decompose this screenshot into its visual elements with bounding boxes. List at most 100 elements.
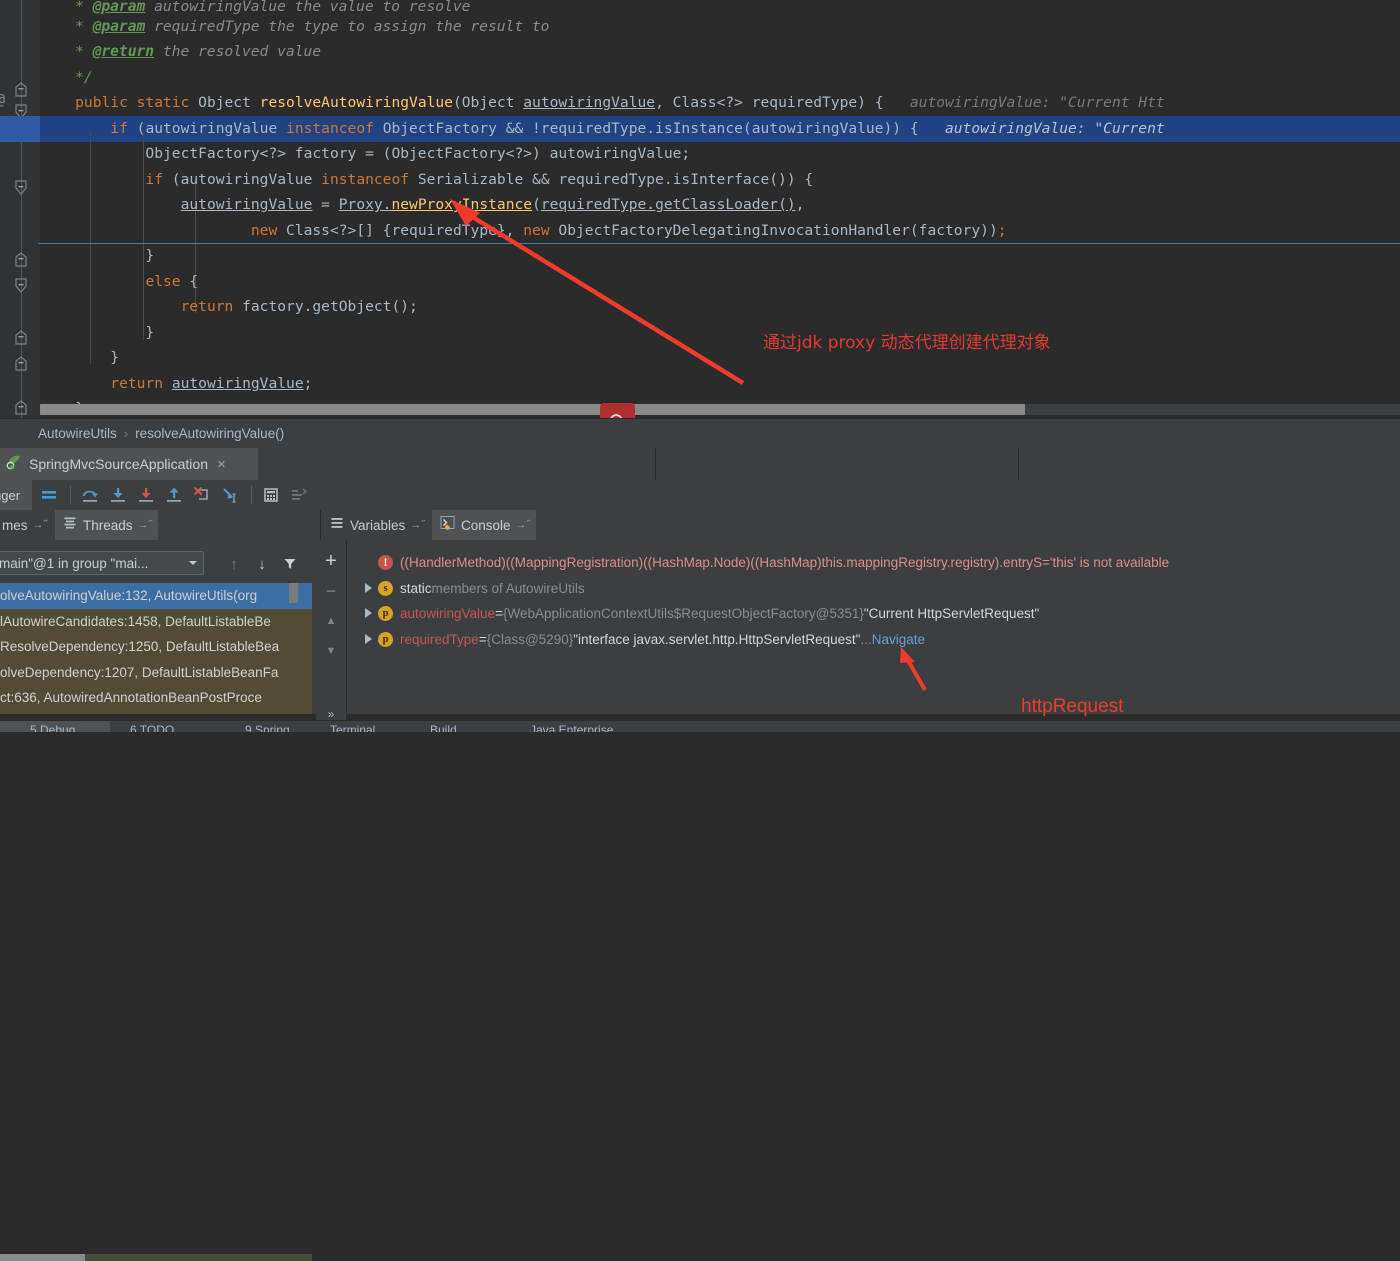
- tab-console-pin-icon[interactable]: →˝: [516, 519, 531, 531]
- run-to-cursor-icon[interactable]: [217, 482, 243, 508]
- tab-variables-pin-icon[interactable]: →˝: [410, 519, 425, 531]
- frames-down-icon[interactable]: ↓: [248, 556, 276, 573]
- search-icon[interactable]: [600, 403, 635, 418]
- code-line: * @return the resolved value: [75, 43, 322, 60]
- tab-threads[interactable]: Threads →˝: [55, 510, 158, 540]
- variables-panel[interactable]: ! ((HandlerMethod)((MappingRegistration)(…: [346, 540, 1400, 714]
- status-bar[interactable]: 5 Debug 6 TODO 9 Spring Terminal Build Java E…: [0, 721, 1400, 732]
- navigate-link[interactable]: Navigate: [872, 632, 925, 647]
- frame-list-item[interactable]: olveDependency:1207, DefaultListableBean…: [0, 660, 312, 686]
- force-step-into-icon[interactable]: [133, 482, 159, 508]
- variable-row[interactable]: ! ((HandlerMethod)((MappingRegistration)(…: [358, 550, 1169, 575]
- variable-text: {WebApplicationContextUtils$RequestObjec…: [502, 606, 864, 621]
- variable-row[interactable]: s static members of AutowireUtils: [358, 576, 585, 601]
- status-bar-item[interactable]: 6 TODO: [130, 723, 174, 732]
- frame-list-item[interactable]: lAutowireCandidates:1458, DefaultListabl…: [0, 609, 312, 635]
- frame-list-item[interactable]: ResolveDependency:1250, DefaultListableB…: [0, 634, 312, 660]
- debugger-side-tab-label: gger: [0, 487, 21, 503]
- frames-toolbar[interactable]: ↑ ↓: [220, 552, 320, 576]
- frames-expand-chevron[interactable]: »: [320, 706, 342, 722]
- status-bar-item[interactable]: 9 Spring: [245, 723, 290, 732]
- tab-frames-pin-icon[interactable]: →˝: [33, 519, 48, 531]
- variable-text: "Current HttpServletRequest": [863, 606, 1040, 621]
- breadcrumb-separator-icon: ›: [123, 426, 129, 441]
- show-execution-point-icon[interactable]: [36, 482, 62, 508]
- move-down-button[interactable]: ▼: [317, 636, 345, 666]
- variable-text: ((HandlerMethod)((MappingRegistration)((…: [400, 555, 1042, 570]
- variable-text: requiredType: [400, 632, 479, 647]
- status-bar-item[interactable]: Terminal: [330, 723, 375, 732]
- variable-kind-badge: p: [378, 632, 393, 647]
- frame-list-item[interactable]: olveAutowiringValue:132, AutowireUtils (…: [0, 583, 312, 609]
- expand-chevron-icon[interactable]: [358, 607, 378, 620]
- debugger-side-tab[interactable]: gger: [0, 480, 32, 510]
- expand-chevron-icon[interactable]: [358, 582, 378, 595]
- remove-watch-button[interactable]: −: [317, 576, 345, 606]
- chevron-down-icon[interactable]: [186, 556, 200, 575]
- add-watch-button[interactable]: +: [317, 546, 345, 576]
- frames-list[interactable]: olveAutowiringValue:132, AutowireUtils (…: [0, 583, 312, 714]
- run-tab-row: SpringMvcSourceApplication ×: [0, 448, 1400, 480]
- frame-list-item[interactable]: ct:636, AutowiredAnnotationBeanPostProce: [0, 685, 312, 711]
- breadcrumb-item-class[interactable]: AutowireUtils: [38, 426, 117, 441]
- tab-variables-label: Variables: [350, 517, 406, 533]
- status-bar-item[interactable]: Java Enterprise: [530, 723, 613, 732]
- annotation-gutter-icon: @: [0, 90, 5, 108]
- code-editor[interactable]: @ * @param autowiringValue the value to …: [0, 0, 1400, 418]
- variable-row[interactable]: p requiredType = {Class@5290} "interface …: [358, 627, 925, 652]
- step-out-icon[interactable]: [161, 482, 187, 508]
- code-line: if (autowiringValue instanceof ObjectFac…: [40, 120, 1165, 137]
- threads-icon: [63, 516, 77, 535]
- tab-console-label: Console: [461, 517, 511, 533]
- tab-variables[interactable]: Variables →˝: [322, 510, 430, 540]
- fold-marker-icon[interactable]: [12, 400, 30, 415]
- fold-marker-icon[interactable]: [12, 82, 30, 97]
- tab-frames[interactable]: mes →˝: [0, 510, 50, 540]
- code-line: }: [40, 349, 120, 366]
- status-bar-item[interactable]: Build: [430, 723, 457, 732]
- evaluate-expression-icon[interactable]: [258, 482, 284, 508]
- frames-vscrollbar-thumb[interactable]: [289, 583, 298, 603]
- console-icon: [440, 515, 455, 535]
- code-text-area[interactable]: * @param autowiringValue the value to re…: [40, 0, 1400, 418]
- move-up-button[interactable]: ▲: [317, 606, 345, 636]
- expand-chevron-icon[interactable]: [358, 633, 378, 646]
- step-over-icon[interactable]: [77, 482, 103, 508]
- tab-console[interactable]: Console →˝: [432, 510, 536, 540]
- variable-text: members of AutowireUtils: [431, 581, 585, 596]
- tab-threads-pin-icon[interactable]: →˝: [138, 519, 153, 531]
- watches-icon[interactable]: [286, 482, 312, 508]
- ide-window: @ * @param autowiringValue the value to …: [0, 0, 1400, 1261]
- frames-side-buttons[interactable]: + − ▲ ▼: [316, 540, 346, 720]
- breadcrumb[interactable]: AutowireUtils › resolveAutowiringValue(): [0, 419, 1400, 448]
- status-bar-item[interactable]: 5 Debug: [30, 723, 75, 732]
- variable-kind-badge: p: [378, 606, 393, 621]
- variables-left-divider: [346, 540, 347, 714]
- fold-marker-icon[interactable]: [12, 252, 30, 267]
- variable-text: "interface javax.servlet.http.HttpServle…: [573, 632, 861, 647]
- variable-row[interactable]: p autowiringValue = {WebApplicationContex…: [358, 601, 1039, 626]
- code-line: public static Object resolveAutowiringVa…: [40, 94, 1165, 111]
- frames-up-icon[interactable]: ↑: [220, 556, 248, 573]
- frame-item-label: ct:636, AutowiredAnnotationBeanPostProce: [0, 690, 262, 706]
- frames-filter-icon[interactable]: [276, 557, 304, 571]
- close-icon[interactable]: ×: [217, 456, 226, 473]
- drop-frame-icon[interactable]: [189, 482, 215, 508]
- step-into-icon[interactable]: [105, 482, 131, 508]
- fold-marker-icon[interactable]: [12, 356, 30, 371]
- frame-item-label: olveDependency:1207, DefaultListableBean…: [0, 664, 279, 680]
- fold-marker-icon[interactable]: [12, 180, 30, 195]
- editor-hscrollbar-thumb[interactable]: [40, 404, 1025, 415]
- thread-selector-value: main"@1 in group "mai...: [0, 555, 149, 571]
- code-line: */: [75, 69, 93, 86]
- run-tab-spring-app[interactable]: SpringMvcSourceApplication ×: [0, 448, 258, 480]
- debug-toolbar[interactable]: gger: [0, 480, 1400, 510]
- frames-hscrollbar-thumb[interactable]: [0, 1254, 85, 1261]
- code-line: ObjectFactory<?> factory = (ObjectFactor…: [40, 145, 691, 162]
- fold-marker-icon[interactable]: [12, 278, 30, 293]
- thread-selector-dropdown[interactable]: main"@1 in group "mai...: [0, 551, 204, 575]
- variable-text: {Class@5290}: [486, 632, 574, 647]
- breadcrumb-item-method[interactable]: resolveAutowiringValue(): [135, 426, 284, 441]
- panel-tab-separator: [320, 510, 321, 540]
- fold-marker-icon[interactable]: [12, 330, 30, 345]
